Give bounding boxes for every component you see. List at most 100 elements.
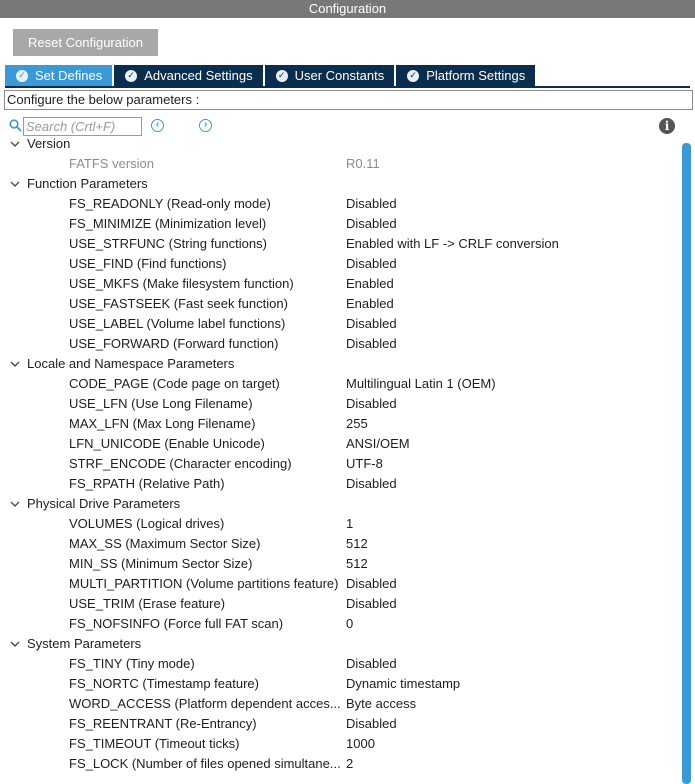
param-value: Disabled [346,336,397,351]
reset-configuration-button[interactable]: Reset Configuration [13,29,158,56]
chevron-down-icon[interactable] [0,361,27,368]
param-row[interactable]: MAX_LFN (Max Long Filename) 255 [0,414,682,434]
param-name: FS_NORTC (Timestamp feature) [69,676,259,691]
param-row[interactable]: MAX_SS (Maximum Sector Size) 512 [0,534,682,554]
param-row[interactable]: USE_LFN (Use Long Filename) Disabled [0,394,682,414]
param-name: USE_TRIM (Erase feature) [69,596,226,611]
group-locale-namespace-parameters[interactable]: Locale and Namespace Parameters [0,354,234,374]
group-version[interactable]: Version [0,134,70,154]
param-value: Disabled [346,476,397,491]
param-value: 2 [346,756,354,771]
chevron-down-icon[interactable] [0,501,27,508]
param-name: FS_TINY (Tiny mode) [69,656,195,671]
check-circle-icon: ✓ [275,69,288,82]
param-value: Enabled with LF -> CRLF conversion [346,236,559,251]
scrollbar-thumb[interactable] [682,143,691,784]
chevron-down-icon[interactable] [0,641,27,648]
param-value: 0 [346,616,354,631]
tab-advanced-settings[interactable]: ✓ Advanced Settings [114,65,263,86]
param-name: FS_TIMEOUT (Timeout ticks) [69,736,240,751]
param-name: FS_RPATH (Relative Path) [69,476,225,491]
param-row[interactable]: VOLUMES (Logical drives) 1 [0,514,682,534]
tab-user-constants[interactable]: ✓ User Constants [264,65,395,86]
param-name: FS_LOCK (Number of files opened simultan… [69,756,341,771]
param-row[interactable]: USE_FIND (Find functions) Disabled [0,254,682,274]
group-system-parameters[interactable]: System Parameters [0,634,141,654]
param-value: Disabled [346,196,397,211]
param-value: UTF-8 [346,456,383,471]
parameter-tree: Version FATFS version R0.11 Function Par… [0,134,682,784]
tab-label: Advanced Settings [144,68,253,83]
param-value: 512 [346,536,368,551]
param-name: FS_REENTRANT (Re-Entrancy) [69,716,257,731]
param-row[interactable]: USE_LABEL (Volume label functions) Disabl… [0,314,682,334]
group-physical-drive-parameters[interactable]: Physical Drive Parameters [0,494,180,514]
param-name: FS_MINIMIZE (Minimization level) [69,216,267,231]
param-row[interactable]: USE_STRFUNC (String functions) Enabled wi… [0,234,682,254]
chevron-down-icon[interactable] [0,181,27,188]
param-name: MAX_LFN (Max Long Filename) [69,416,256,431]
param-row[interactable]: FS_NORTC (Timestamp feature) Dynamic time… [0,674,682,694]
param-value: 255 [346,416,368,431]
chevron-down-icon[interactable] [0,141,27,148]
param-row[interactable]: FS_TINY (Tiny mode) Disabled [0,654,682,674]
group-label: Physical Drive Parameters [27,496,181,511]
param-row[interactable]: FS_MINIMIZE (Minimization level) Disabled [0,214,682,234]
param-value: R0.11 [346,156,380,171]
tab-bar: ✓ Set Defines ✓ Advanced Settings ✓ User… [5,65,537,86]
param-name: USE_STRFUNC (String functions) [69,236,267,251]
search-icon[interactable] [9,119,22,132]
tab-platform-settings[interactable]: ✓ Platform Settings [396,65,536,86]
param-row[interactable]: FATFS version R0.11 [0,154,682,174]
param-value: Disabled [346,716,397,731]
param-row[interactable]: FS_READONLY (Read-only mode) Disabled [0,194,682,214]
chevron-left-circle-icon[interactable]: ‹ [151,119,164,132]
param-name: USE_FORWARD (Forward function) [69,336,279,351]
info-icon[interactable]: i [659,118,675,134]
group-function-parameters[interactable]: Function Parameters [0,174,148,194]
param-row[interactable]: WORD_ACCESS (Platform dependent acces...… [0,694,682,714]
group-label: Version [27,136,71,151]
param-row[interactable]: FS_REENTRANT (Re-Entrancy) Disabled [0,714,682,734]
check-circle-icon: ✓ [407,69,420,82]
param-row[interactable]: FS_NOFSINFO (Force full FAT scan) 0 [0,614,682,634]
param-row[interactable]: FS_TIMEOUT (Timeout ticks) 1000 [0,734,682,754]
param-name: USE_FASTSEEK (Fast seek function) [69,296,288,311]
tab-label: User Constants [294,68,385,83]
param-value: Disabled [346,576,397,591]
param-row[interactable]: FS_RPATH (Relative Path) Disabled [0,474,682,494]
param-value: Disabled [346,396,397,411]
param-row[interactable]: MIN_SS (Minimum Sector Size) 512 [0,554,682,574]
chevron-right-circle-icon[interactable]: › [199,119,212,132]
param-value: 512 [346,556,368,571]
search-bar: ‹ › i [8,116,688,136]
param-name: WORD_ACCESS (Platform dependent acces... [69,696,341,711]
param-value: Dynamic timestamp [346,676,461,691]
param-row[interactable]: USE_FASTSEEK (Fast seek function) Enabled [0,294,682,314]
param-row[interactable]: USE_MKFS (Make filesystem function) Enabl… [0,274,682,294]
instructions-text: Configure the below parameters : [4,90,693,110]
param-value: Byte access [346,696,417,711]
param-value: Multilingual Latin 1 (OEM) [346,376,496,391]
param-row[interactable]: LFN_UNICODE (Enable Unicode) ANSI/OEM [0,434,682,454]
param-value: Disabled [346,596,397,611]
param-name: FATFS version [69,156,155,171]
check-circle-icon: ✓ [125,69,138,82]
param-row[interactable]: USE_TRIM (Erase feature) Disabled [0,594,682,614]
param-row[interactable]: STRF_ENCODE (Character encoding) UTF-8 [0,454,682,474]
param-value: 1 [346,516,354,531]
group-label: Function Parameters [27,176,148,191]
param-row[interactable]: MULTI_PARTITION (Volume partitions featu… [0,574,682,594]
param-name: VOLUMES (Logical drives) [69,516,225,531]
param-name: MAX_SS (Maximum Sector Size) [69,536,261,551]
param-value: ANSI/OEM [346,436,410,451]
param-row[interactable]: CODE_PAGE (Code page on target) Multiling… [0,374,682,394]
param-value: Disabled [346,256,397,271]
param-row[interactable]: USE_FORWARD (Forward function) Disabled [0,334,682,354]
param-value: 1000 [346,736,375,751]
param-value: Disabled [346,216,397,231]
tab-set-defines[interactable]: ✓ Set Defines [5,65,113,86]
param-row[interactable]: FS_LOCK (Number of files opened simultan… [0,754,682,774]
window-title: Configuration [0,0,695,18]
param-value: Disabled [346,656,397,671]
